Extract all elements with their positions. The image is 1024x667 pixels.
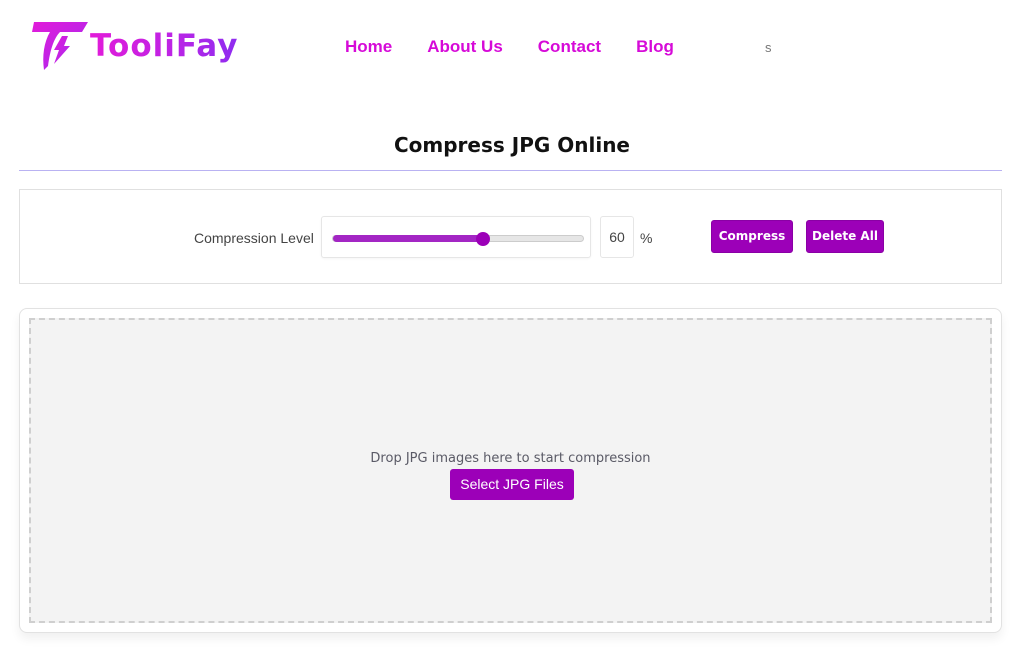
title-divider (19, 170, 1002, 171)
slider-thumb[interactable] (476, 232, 490, 246)
logo[interactable]: TooliFay (28, 16, 238, 72)
delete-all-button[interactable]: Delete All (806, 220, 884, 253)
compress-button[interactable]: Compress (711, 220, 793, 253)
compression-slider-container (321, 216, 591, 258)
site-header: TooliFay Home About Us Contact Blog s (0, 0, 1024, 90)
nav-blog[interactable]: Blog (636, 37, 674, 57)
percent-unit: % (640, 230, 653, 246)
compression-level-label: Compression Level (194, 230, 314, 246)
compression-slider[interactable] (332, 232, 584, 246)
page-title: Compress JPG Online (393, 133, 630, 157)
upload-panel: Drop JPG images here to start compressio… (19, 308, 1002, 633)
main-nav: Home About Us Contact Blog (345, 37, 709, 57)
nav-home[interactable]: Home (345, 37, 392, 57)
slider-fill (333, 235, 483, 242)
compression-value-input[interactable]: 60 (600, 216, 634, 258)
drop-instruction: Drop JPG images here to start compressio… (370, 451, 651, 466)
drop-zone[interactable]: Drop JPG images here to start compressio… (29, 318, 992, 623)
lightning-t-logo-icon (32, 22, 88, 70)
nav-extra-text: s (765, 40, 772, 55)
select-jpg-files-button[interactable]: Select JPG Files (450, 469, 574, 500)
logo-text: TooliFay (90, 28, 239, 64)
nav-about-us[interactable]: About Us (427, 37, 503, 57)
nav-contact[interactable]: Contact (538, 37, 601, 57)
compression-controls: Compression Level 60 % Compress Delete A… (19, 189, 1002, 284)
